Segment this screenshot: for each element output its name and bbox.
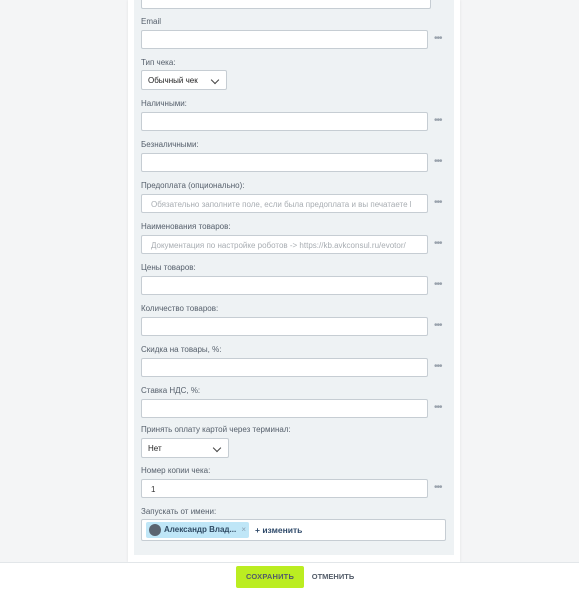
product-quantity-input[interactable]	[141, 317, 428, 336]
chevron-down-icon	[212, 443, 222, 453]
product-names-label: Наименования товаров:	[141, 222, 231, 231]
more-icon[interactable]: •••	[434, 276, 446, 295]
email-label: Email	[141, 17, 162, 26]
receipt-type-label: Тип чека:	[141, 58, 176, 67]
product-quantity-label: Количество товаров:	[141, 304, 219, 313]
remove-icon[interactable]: ×	[241, 522, 246, 538]
avatar	[149, 524, 161, 536]
cash-label: Наличными:	[141, 99, 187, 108]
field-card-payment: Принять оплату картой через терминал: Не…	[141, 424, 451, 458]
product-prices-label: Цены товаров:	[141, 263, 196, 272]
more-icon[interactable]: •••	[434, 317, 446, 336]
discount-label: Скидка на товары, %:	[141, 345, 222, 354]
run-as-user-box: Александр Влад... × + изменить	[141, 519, 446, 541]
email-input[interactable]	[141, 30, 428, 49]
more-icon[interactable]: •••	[434, 358, 446, 377]
cancel-button[interactable]: ОТМЕНИТЬ	[311, 566, 355, 588]
more-icon[interactable]: •••	[434, 112, 446, 131]
save-button[interactable]: СОХРАНИТЬ	[236, 566, 304, 588]
vat-rate-label: Ставка НДС, %:	[141, 386, 201, 395]
discount-input[interactable]	[141, 358, 428, 377]
vat-rate-input[interactable]	[141, 399, 428, 418]
more-icon[interactable]: •••	[434, 30, 446, 49]
receipt-type-select[interactable]: Обычный чек	[141, 70, 227, 90]
prepayment-input[interactable]: Обязательно заполните поле, если была пр…	[141, 194, 428, 213]
field-vat-rate: Ставка НДС, %: •••	[141, 385, 451, 418]
field-discount: Скидка на товары, %: •••	[141, 344, 451, 377]
field-product-names: Наименования товаров: Документация по на…	[141, 221, 451, 254]
run-as-label: Запускать от имени:	[141, 507, 217, 516]
field-product-quantity: Количество товаров: •••	[141, 303, 451, 336]
copy-number-label: Номер копии чека:	[141, 466, 211, 475]
field-cash: Наличными: •••	[141, 98, 451, 131]
copy-number-input[interactable]: 1	[141, 479, 428, 498]
card-payment-label: Принять оплату картой через терминал:	[141, 425, 291, 434]
background-left	[0, 0, 128, 562]
prepayment-label: Предоплата (опционально):	[141, 181, 245, 190]
robot-settings-form: Email ••• Тип чека: Обычный чек Наличным…	[134, 0, 454, 555]
cash-input[interactable]	[141, 112, 428, 131]
previous-input[interactable]	[141, 0, 431, 9]
product-names-input[interactable]: Документация по настройке роботов -> htt…	[141, 235, 428, 254]
more-icon[interactable]: •••	[434, 399, 446, 418]
more-icon[interactable]: •••	[434, 235, 446, 254]
more-icon[interactable]: •••	[434, 479, 446, 498]
card-payment-select[interactable]: Нет	[141, 438, 229, 458]
card-payment-value: Нет	[148, 444, 162, 453]
change-user-link[interactable]: + изменить	[255, 520, 302, 540]
more-icon[interactable]: •••	[434, 153, 446, 172]
background-right	[459, 0, 579, 562]
user-chip[interactable]: Александр Влад... ×	[146, 522, 249, 538]
user-name: Александр Влад...	[164, 525, 237, 534]
field-prepayment: Предоплата (опционально): Обязательно за…	[141, 180, 451, 213]
field-email: Email •••	[141, 16, 451, 49]
field-product-prices: Цены товаров: •••	[141, 262, 451, 295]
field-copy-number: Номер копии чека: 1 •••	[141, 465, 451, 498]
field-run-as: Запускать от имени: Александр Влад... × …	[141, 506, 451, 541]
cashless-label: Безналичными:	[141, 140, 199, 149]
field-cashless: Безналичными: •••	[141, 139, 451, 172]
more-icon[interactable]: •••	[434, 194, 446, 213]
product-prices-input[interactable]	[141, 276, 428, 295]
field-receipt-type: Тип чека: Обычный чек	[141, 57, 451, 90]
cashless-input[interactable]	[141, 153, 428, 172]
chevron-down-icon	[210, 75, 220, 85]
receipt-type-value: Обычный чек	[148, 76, 198, 85]
